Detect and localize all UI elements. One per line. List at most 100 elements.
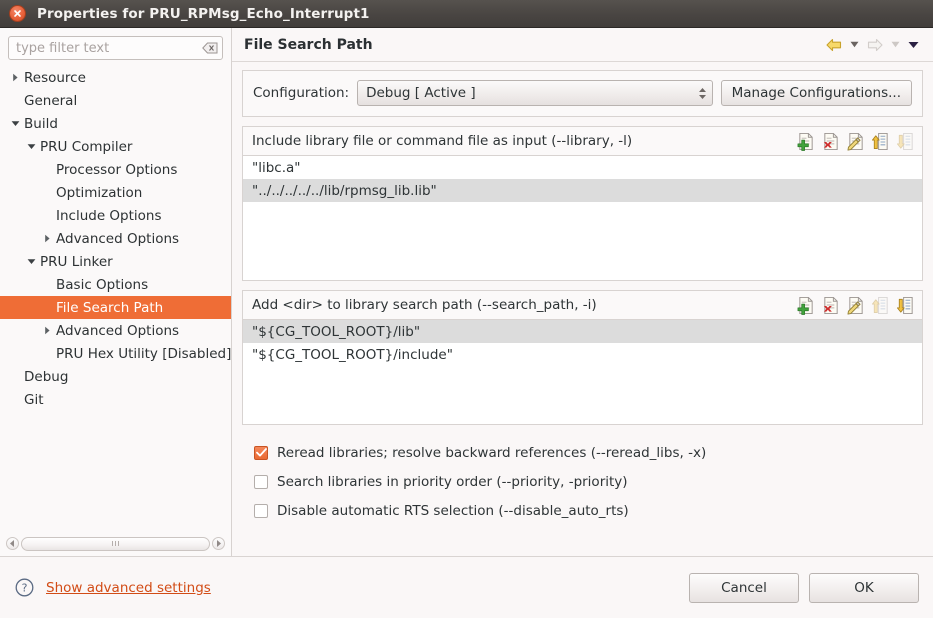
option-checkboxes: Reread libraries; resolve backward refer… [242,434,923,525]
list-item[interactable]: "${CG_TOOL_ROOT}/lib" [243,320,922,343]
sidebar-item-pru-linker[interactable]: PRU Linker [0,250,231,273]
properties-dialog: Properties for PRU_RPMsg_Echo_Interrupt1… [0,0,933,618]
sidebar-hscroll-container [0,533,231,556]
twisty-expanded-icon[interactable] [24,143,39,150]
dialog-body: Resource General Build PRU Compiler Processo… [0,28,933,556]
sidebar-item-pru-hex-utility-disabled[interactable]: PRU Hex Utility [Disabled] [0,342,231,365]
twisty-collapsed-icon[interactable] [8,73,23,82]
list-item[interactable]: "libc.a" [243,156,922,179]
sidebar-item-build[interactable]: Build [0,112,231,135]
checkbox-label: Search libraries in priority order (--pr… [277,474,628,490]
sidebar-item-debug[interactable]: Debug [0,365,231,388]
ok-button[interactable]: OK [809,573,919,603]
close-x-glyph [13,9,22,18]
chevron-down-icon [699,95,706,99]
checkbox-unchecked-icon[interactable] [254,475,268,489]
configuration-select[interactable]: Debug [ Active ] [357,80,713,106]
settings-detail-panel: File Search Path Configuration: Debug [ … [232,28,933,556]
checkbox-row[interactable]: Search libraries in priority order (--pr… [254,467,923,496]
twisty-collapsed-icon[interactable] [40,326,55,335]
list-item[interactable]: "../../../../../lib/rpmsg_lib.lib" [243,179,922,202]
twisty-collapsed-icon[interactable] [40,234,55,243]
scroll-left-glyph [10,540,15,547]
list-body[interactable]: "libc.a""../../../../../lib/rpmsg_lib.li… [243,155,922,280]
list-header: Include library file or command file as … [243,127,922,155]
sidebar-item-label: Resource [23,70,86,86]
sidebar-item-basic-options[interactable]: Basic Options [0,273,231,296]
settings-tree[interactable]: Resource General Build PRU Compiler Processo… [0,64,231,533]
window-title: Properties for PRU_RPMsg_Echo_Interrupt1 [37,6,370,22]
checkbox-checked-icon[interactable] [254,446,268,460]
manage-configurations-button[interactable]: Manage Configurations... [721,80,912,106]
forward-arrow-icon [863,34,887,56]
close-icon[interactable] [9,5,26,22]
move-up-icon[interactable] [870,131,892,152]
add-icon[interactable] [795,131,817,152]
clear-filter-icon[interactable] [201,41,218,55]
list-body[interactable]: "${CG_TOOL_ROOT}/lib""${CG_TOOL_ROOT}/in… [243,319,922,424]
delete-icon[interactable] [820,131,842,152]
hscroll-thumb[interactable] [21,537,210,551]
list-group-search-path: Add <dir> to library search path (--sear… [242,290,923,425]
filter-container [0,28,231,64]
sidebar-item-label: Include Options [55,208,162,224]
sidebar-item-label: General [23,93,77,109]
sidebar-item-resource[interactable]: Resource [0,66,231,89]
sidebar-item-label: File Search Path [55,300,163,316]
sidebar-item-label: Optimization [55,185,142,201]
sidebar-item-optimization[interactable]: Optimization [0,181,231,204]
list-header: Add <dir> to library search path (--sear… [243,291,922,319]
move-down-icon[interactable] [895,295,917,316]
scroll-right-icon[interactable] [212,537,225,550]
sidebar-item-advanced-options[interactable]: Advanced Options [0,227,231,250]
chevron-up-icon [699,88,706,92]
page-header: File Search Path [232,28,933,62]
sidebar-item-processor-options[interactable]: Processor Options [0,158,231,181]
checkbox-unchecked-icon[interactable] [254,504,268,518]
sidebar-item-pru-compiler[interactable]: PRU Compiler [0,135,231,158]
show-advanced-settings-link[interactable]: Show advanced settings [46,580,211,596]
edit-icon[interactable] [845,131,867,152]
forward-dropdown-icon [887,34,904,56]
checkbox-row[interactable]: Disable automatic RTS selection (--disab… [254,496,923,525]
list-toolbar [795,131,917,152]
hscroll-track[interactable] [21,537,210,551]
svg-text:?: ? [21,582,27,595]
back-dropdown-icon[interactable] [846,34,863,56]
sidebar-item-label: Basic Options [55,277,148,293]
dialog-footer: ? Show advanced settings Cancel OK [0,556,933,618]
delete-icon[interactable] [820,295,842,316]
sidebar-item-advanced-options[interactable]: Advanced Options [0,319,231,342]
add-icon[interactable] [795,295,817,316]
settings-content: Configuration: Debug [ Active ] Manage C… [232,62,933,556]
checkbox-label: Reread libraries; resolve backward refer… [277,445,706,461]
filter-box[interactable] [8,36,223,60]
twisty-expanded-icon[interactable] [24,258,39,265]
move-down-icon [895,131,917,152]
sidebar-item-label: Advanced Options [55,231,179,247]
sidebar-item-include-options[interactable]: Include Options [0,204,231,227]
page-title: File Search Path [244,37,822,53]
horizontal-scrollbar[interactable] [6,536,225,551]
help-icon[interactable]: ? [14,578,34,598]
sidebar-item-label: Git [23,392,44,408]
scroll-left-icon[interactable] [6,537,19,550]
list-header-label: Include library file or command file as … [252,133,795,149]
checkbox-row[interactable]: Reread libraries; resolve backward refer… [254,438,923,467]
cancel-button[interactable]: Cancel [689,573,799,603]
sidebar-item-file-search-path[interactable]: File Search Path [0,296,231,319]
search-input[interactable] [16,38,201,58]
sidebar-item-git[interactable]: Git [0,388,231,411]
twisty-expanded-icon[interactable] [8,120,23,127]
back-arrow-icon[interactable] [822,34,846,56]
checkbox-label: Disable automatic RTS selection (--disab… [277,503,629,519]
sidebar-item-label: Build [23,116,58,132]
spinner-icon[interactable] [699,88,708,99]
list-item[interactable]: "${CG_TOOL_ROOT}/include" [243,343,922,366]
view-menu-dropdown-icon[interactable] [904,34,923,56]
sidebar-item-label: PRU Compiler [39,139,132,155]
sidebar-item-general[interactable]: General [0,89,231,112]
sidebar-item-label: PRU Linker [39,254,113,270]
edit-icon[interactable] [845,295,867,316]
clear-filter-glyph [202,42,218,54]
